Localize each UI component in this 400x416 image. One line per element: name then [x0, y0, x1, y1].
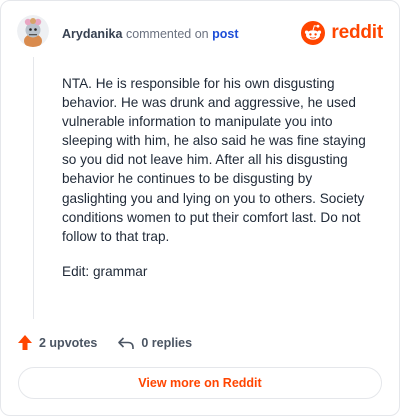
- reddit-snoo-icon: [301, 21, 326, 45]
- reddit-logo[interactable]: reddit: [301, 21, 383, 45]
- reddit-wordmark: reddit: [331, 22, 383, 43]
- comment-body: NTA. He is responsible for his own disgu…: [62, 74, 374, 297]
- thread-line: [33, 57, 34, 319]
- avatar-image: [17, 15, 49, 47]
- author-name[interactable]: Arydanika: [62, 27, 122, 41]
- comment-paragraph: NTA. He is responsible for his own disgu…: [62, 76, 366, 244]
- comment-card: Arydanika commented on post reddit NTA. …: [0, 0, 400, 416]
- comment-paragraph: Edit: grammar: [62, 263, 148, 279]
- upvote-button[interactable]: 2 upvotes: [17, 334, 97, 351]
- avatar[interactable]: [17, 15, 49, 47]
- comment-header: Arydanika commented on post: [62, 27, 239, 41]
- view-more-button[interactable]: View more on Reddit: [18, 367, 382, 399]
- reply-count: 0 replies: [141, 335, 193, 350]
- replies-button[interactable]: 0 replies: [117, 336, 192, 350]
- action-text: commented on: [125, 27, 209, 41]
- upvote-count: 2 upvotes: [39, 335, 98, 350]
- post-link[interactable]: post: [212, 27, 238, 41]
- comment-actions: 2 upvotes 0 replies: [17, 334, 192, 351]
- reply-icon: [118, 336, 135, 349]
- upvote-arrow-icon: [18, 335, 32, 350]
